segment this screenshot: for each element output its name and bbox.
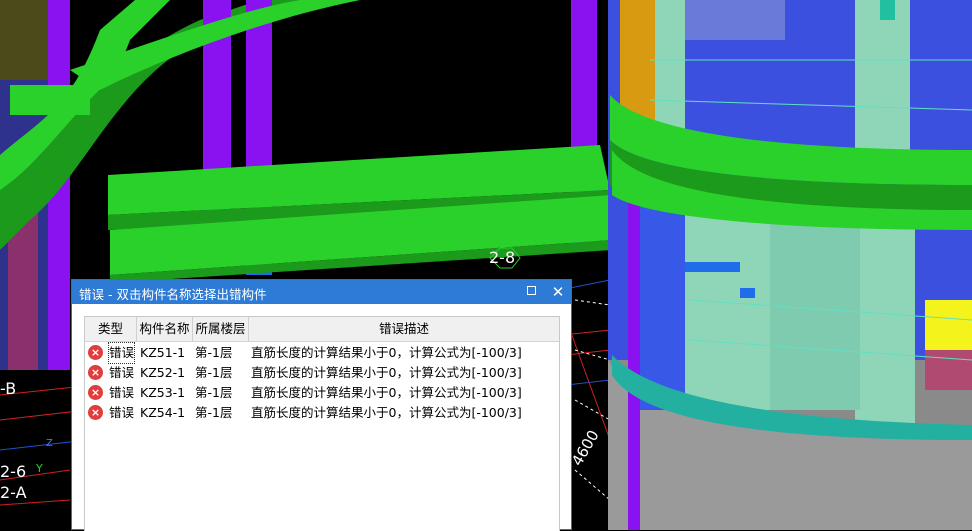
- column-header-description[interactable]: 错误描述: [249, 317, 559, 341]
- error-circle-icon: ×: [88, 365, 103, 380]
- row-floor: 第-1层: [195, 405, 233, 420]
- dialog-titlebar[interactable]: 错误 - 双击构件名称选择出错构件 ✕: [72, 280, 571, 304]
- maximize-icon: [526, 286, 536, 295]
- center-structure: [70, 0, 612, 283]
- row-type: 错误: [109, 405, 135, 420]
- table-row[interactable]: × 错误 KZ51-1 第-1层 直筋长度的计算结果小于0，计算公式为[-100…: [85, 342, 559, 364]
- close-icon: ✕: [551, 283, 565, 301]
- axis-label-2-8: 2-8: [489, 248, 516, 267]
- error-dialog: 错误 - 双击构件名称选择出错构件 ✕ 类型 构件名称 所属楼层 错误描述 × …: [71, 279, 572, 531]
- column-header-floor[interactable]: 所属楼层: [193, 317, 249, 341]
- maximize-button[interactable]: [520, 282, 542, 302]
- axis-label-b: -B: [0, 379, 17, 398]
- close-button[interactable]: ✕: [547, 282, 569, 302]
- table-row[interactable]: × 错误 KZ53-1 第-1层 直筋长度的计算结果小于0，计算公式为[-100…: [85, 383, 559, 403]
- row-floor: 第-1层: [195, 365, 233, 380]
- error-list-table[interactable]: 类型 构件名称 所属楼层 错误描述 × 错误 KZ51-1 第-1层 直筋长度的…: [84, 316, 560, 531]
- row-description: 直筋长度的计算结果小于0，计算公式为[-100/3]: [251, 365, 522, 380]
- column-header-name[interactable]: 构件名称: [137, 317, 193, 341]
- column-header-type[interactable]: 类型: [85, 317, 137, 341]
- table-row[interactable]: × 错误 KZ54-1 第-1层 直筋长度的计算结果小于0，计算公式为[-100…: [85, 403, 559, 423]
- row-description: 直筋长度的计算结果小于0，计算公式为[-100/3]: [251, 345, 522, 360]
- row-type: 错误: [107, 342, 136, 364]
- error-circle-icon: ×: [88, 405, 103, 420]
- row-component-name[interactable]: KZ52-1: [140, 363, 185, 383]
- row-description: 直筋长度的计算结果小于0，计算公式为[-100/3]: [251, 405, 522, 420]
- row-type: 错误: [109, 385, 135, 400]
- dialog-title: 错误 - 双击构件名称选择出错构件: [79, 287, 267, 302]
- axis-gizmo-z: Z: [46, 438, 53, 449]
- row-type: 错误: [109, 365, 135, 380]
- error-circle-icon: ×: [88, 385, 103, 400]
- axis-gizmo-y: Y: [36, 462, 43, 475]
- axis-label-2-6: 2-6: [0, 462, 27, 481]
- table-header: 类型 构件名称 所属楼层 错误描述: [85, 317, 559, 342]
- row-component-name[interactable]: KZ53-1: [140, 383, 185, 403]
- row-floor: 第-1层: [195, 345, 233, 360]
- row-component-name[interactable]: KZ54-1: [140, 403, 185, 423]
- axis-label-2-a: 2-A: [0, 483, 27, 502]
- row-floor: 第-1层: [195, 385, 233, 400]
- row-component-name[interactable]: KZ51-1: [140, 343, 185, 363]
- right-building: [608, 0, 972, 530]
- table-row[interactable]: × 错误 KZ52-1 第-1层 直筋长度的计算结果小于0，计算公式为[-100…: [85, 363, 559, 383]
- row-description: 直筋长度的计算结果小于0，计算公式为[-100/3]: [251, 385, 522, 400]
- error-circle-icon: ×: [88, 345, 103, 360]
